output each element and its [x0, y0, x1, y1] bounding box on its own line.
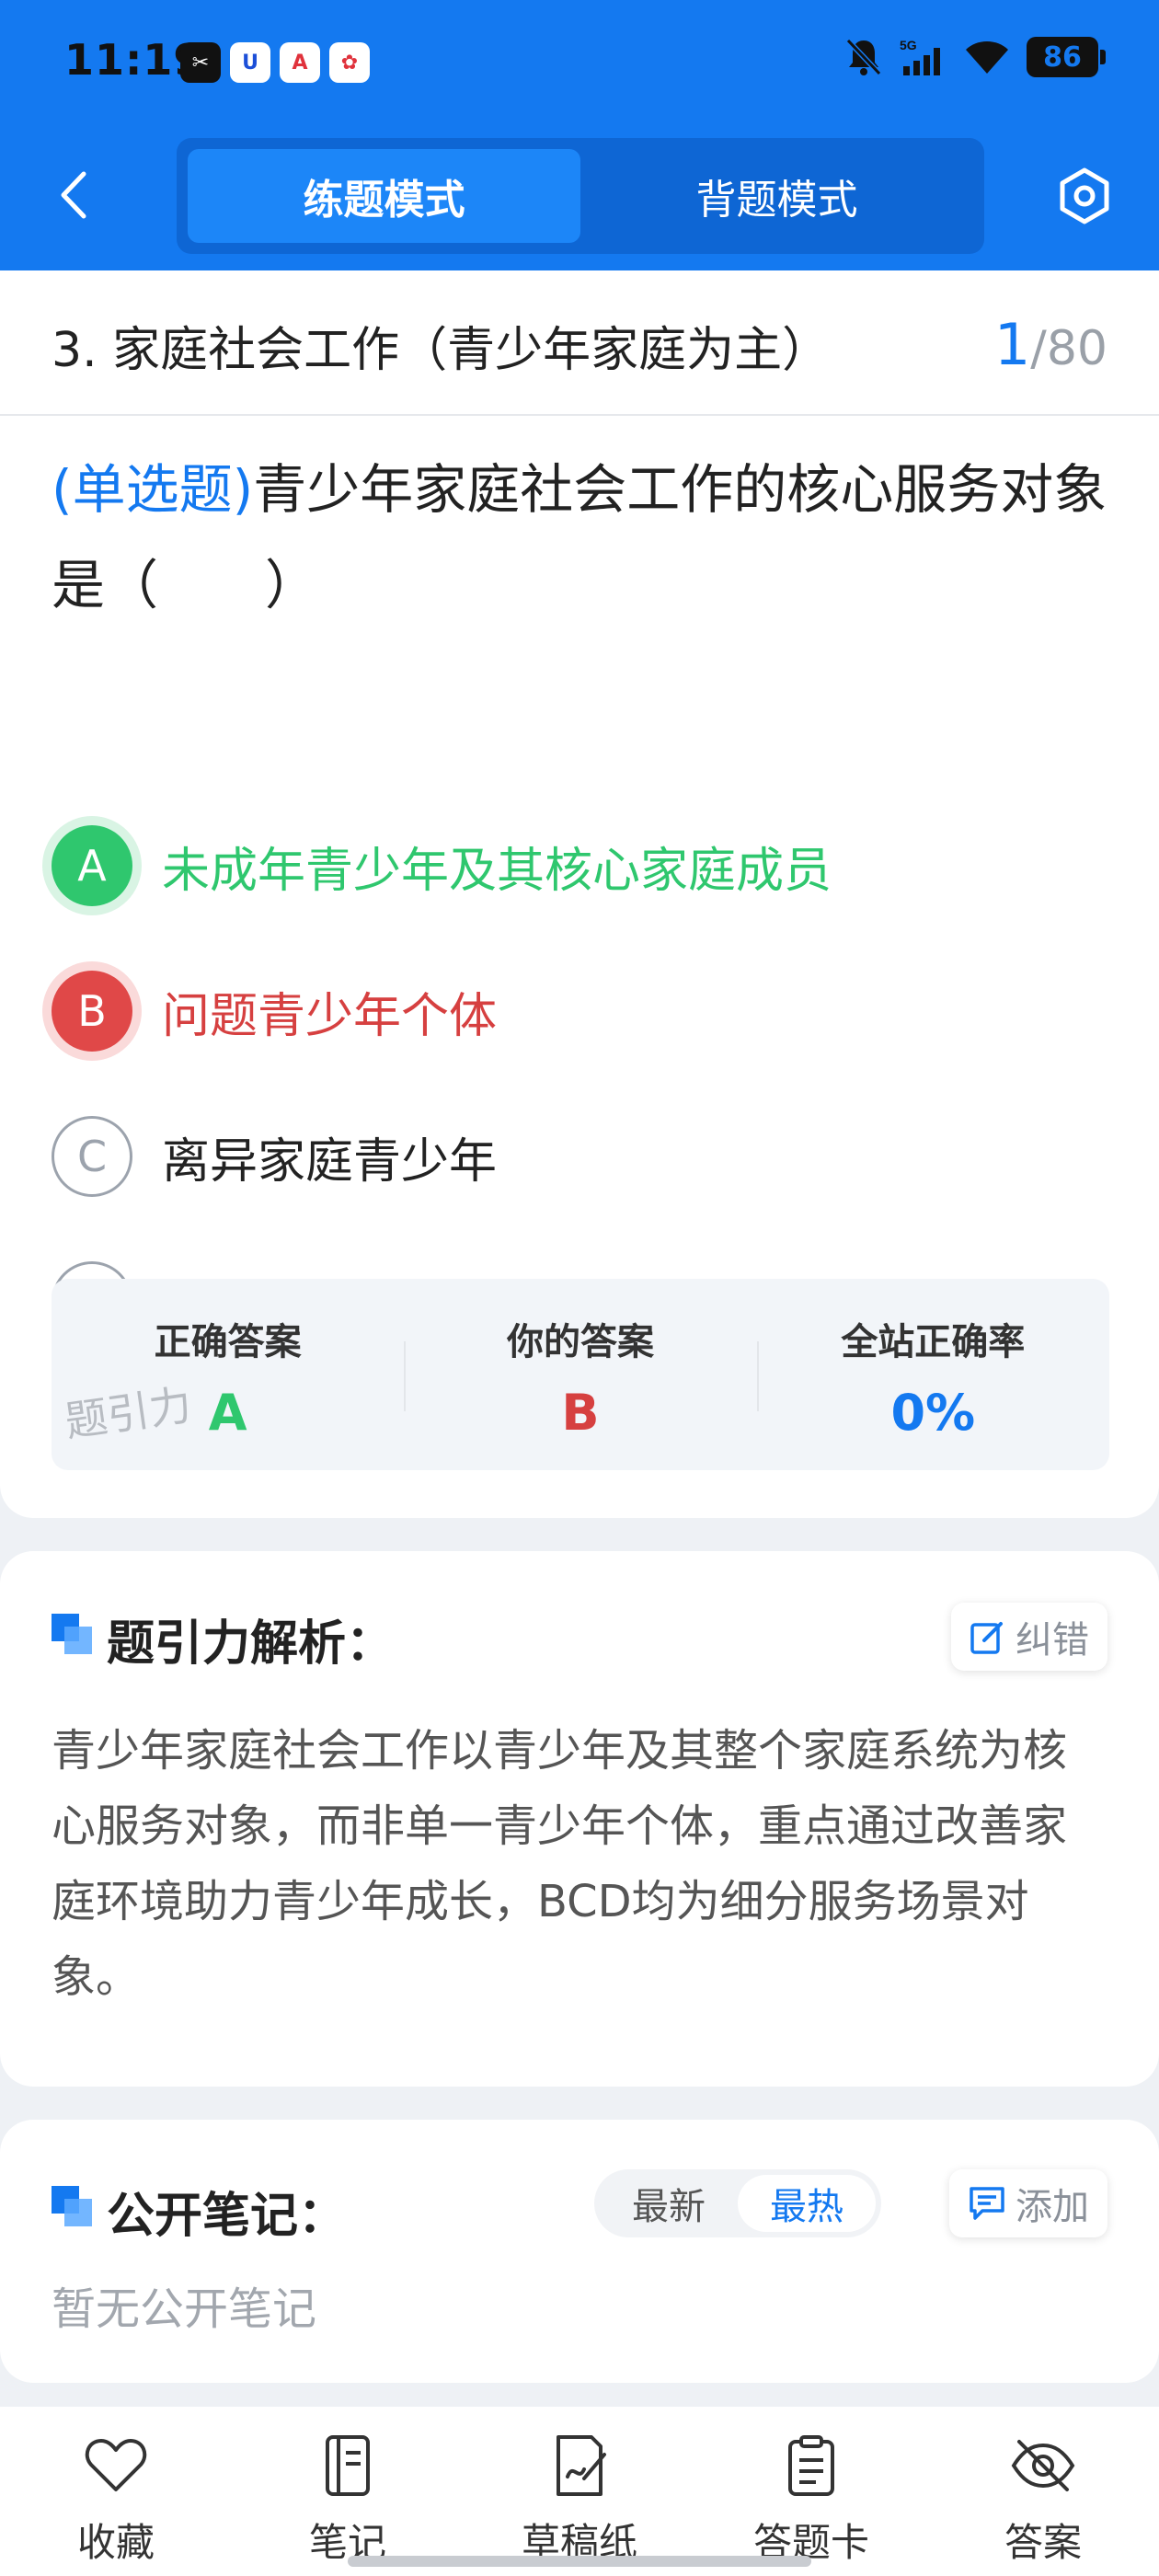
option-text: 未成年青少年及其核心家庭成员 — [162, 843, 832, 899]
toggle-answer-label: 答案 — [1004, 2520, 1082, 2565]
report-error-button[interactable]: 纠错 — [951, 1603, 1107, 1671]
notebook-icon — [313, 2431, 383, 2501]
analysis-title: 题引力解析： — [107, 1616, 395, 1672]
accuracy-column: 全站正确率 0% — [756, 1279, 1109, 1470]
comment-icon — [970, 2187, 1004, 2220]
analysis-text: 青少年家庭社会工作以青少年及其整个家庭系统为核心服务对象，而非单一青少年个体，重… — [52, 1725, 1068, 2003]
tab-memorize-mode[interactable]: 背题模式 — [580, 149, 973, 243]
option-letter: A — [52, 825, 132, 906]
a-app-icon: A — [280, 42, 320, 83]
question-stem: (单选题)青少年家庭社会工作的核心服务对象是（ ） — [52, 442, 1109, 633]
total-question-count: 80 — [1046, 321, 1107, 376]
counter-separator: / — [1030, 321, 1047, 376]
home-indicator[interactable] — [348, 2556, 811, 2567]
svg-text:5G: 5G — [900, 38, 917, 52]
option-a[interactable]: A 未成年青少年及其核心家庭成员 — [52, 815, 1109, 916]
option-c[interactable]: C 离异家庭青少年 — [52, 1106, 1109, 1207]
question-card: 3. 家庭社会工作（青少年家庭为主） 1/80 (单选题)青少年家庭社会工作的核… — [0, 270, 1159, 1518]
correct-answer-label: 正确答案 — [154, 1321, 302, 1363]
analysis-card: 题引力解析： 纠错 青少年家庭社会工作以青少年及其整个家庭系统为核心服务对象，而… — [0, 1551, 1159, 2087]
toggle-answer-button[interactable]: 答案 — [927, 2407, 1159, 2576]
tab-practice-mode[interactable]: 练题模式 — [188, 149, 580, 243]
u-app-icon: U — [230, 42, 270, 83]
option-letter: C — [52, 1116, 132, 1197]
notes-sort-toggle: 最新 最热 — [594, 2169, 881, 2237]
favorite-label: 收藏 — [76, 2520, 155, 2565]
sort-hottest[interactable]: 最热 — [738, 2175, 876, 2232]
answer-summary: 正确答案 A 题引力 你的答案 B 全站正确率 0% — [52, 1279, 1109, 1470]
option-text: 问题青少年个体 — [162, 988, 498, 1044]
mode-toggle: 练题模式 背题模式 — [177, 138, 984, 254]
answer-sheet-button[interactable]: 答题卡 — [695, 2407, 927, 2576]
watermark: 题引力 — [62, 1379, 195, 1447]
capcut-app-icon: ✂ — [180, 42, 221, 83]
status-notification-apps: ✂ U A ✿ — [180, 42, 370, 83]
notes-button[interactable]: 笔记 — [232, 2407, 464, 2576]
question-counter: 1/80 — [994, 311, 1107, 378]
add-note-button[interactable]: 添加 — [949, 2169, 1107, 2237]
battery-indicator: 86 — [1027, 37, 1106, 77]
draft-icon — [545, 2431, 614, 2501]
signal-5g-icon: 5G — [900, 37, 947, 77]
accuracy-label: 全站正确率 — [841, 1321, 1026, 1363]
eye-off-icon — [1008, 2431, 1078, 2501]
app-header: 11:19 ✂ U A ✿ 5G 86 练题模式 背题模式 — [0, 0, 1159, 270]
question-type: (单选题) — [52, 458, 254, 521]
your-answer-label: 你的答案 — [506, 1321, 654, 1363]
hexagon-settings-icon — [1060, 167, 1109, 224]
chapter-row: 3. 家庭社会工作（青少年家庭为主） 1/80 — [0, 270, 1159, 416]
notes-empty-text: 暂无公开笔记 — [52, 2283, 317, 2335]
back-button[interactable] — [53, 167, 94, 223]
correct-answer-value: A — [208, 1384, 247, 1442]
sort-newest[interactable]: 最新 — [600, 2175, 738, 2232]
your-answer-value: B — [561, 1384, 600, 1442]
notes-title: 公开笔记： — [107, 2189, 347, 2244]
add-note-label: 添加 — [1016, 2186, 1089, 2228]
wifi-icon — [964, 39, 1010, 75]
public-notes-card: 公开笔记： 最新 最热 添加 暂无公开笔记 — [0, 2120, 1159, 2383]
option-b[interactable]: B 问题青少年个体 — [52, 960, 1109, 1062]
heart-icon — [81, 2431, 151, 2501]
option-letter: B — [52, 971, 132, 1052]
accuracy-value: 0% — [890, 1384, 976, 1442]
chapter-title: 3. 家庭社会工作（青少年家庭为主） — [52, 323, 831, 378]
section-square-icon — [52, 2186, 94, 2228]
report-error-label: 纠错 — [1016, 1619, 1089, 1662]
bottom-toolbar: 收藏 笔记 草稿纸 答题卡 答案 — [0, 2407, 1159, 2576]
status-bar: 11:19 ✂ U A ✿ 5G 86 — [0, 0, 1159, 129]
game-app-icon: ✿ — [329, 42, 370, 83]
your-answer-column: 你的答案 B — [404, 1279, 756, 1470]
settings-button[interactable] — [1052, 164, 1117, 228]
edit-icon — [970, 1622, 1003, 1654]
status-indicators: 5G 86 — [844, 37, 1106, 77]
correct-answer-column: 正确答案 A 题引力 — [52, 1279, 404, 1470]
section-square-icon — [52, 1614, 94, 1656]
mute-bell-icon — [844, 37, 883, 77]
current-question-number: 1 — [993, 311, 1031, 378]
answer-sheet-icon — [776, 2431, 846, 2501]
chevron-left-icon — [61, 171, 86, 219]
draft-paper-button[interactable]: 草稿纸 — [464, 2407, 695, 2576]
option-text: 离异家庭青少年 — [162, 1133, 498, 1190]
favorite-button[interactable]: 收藏 — [0, 2407, 232, 2576]
